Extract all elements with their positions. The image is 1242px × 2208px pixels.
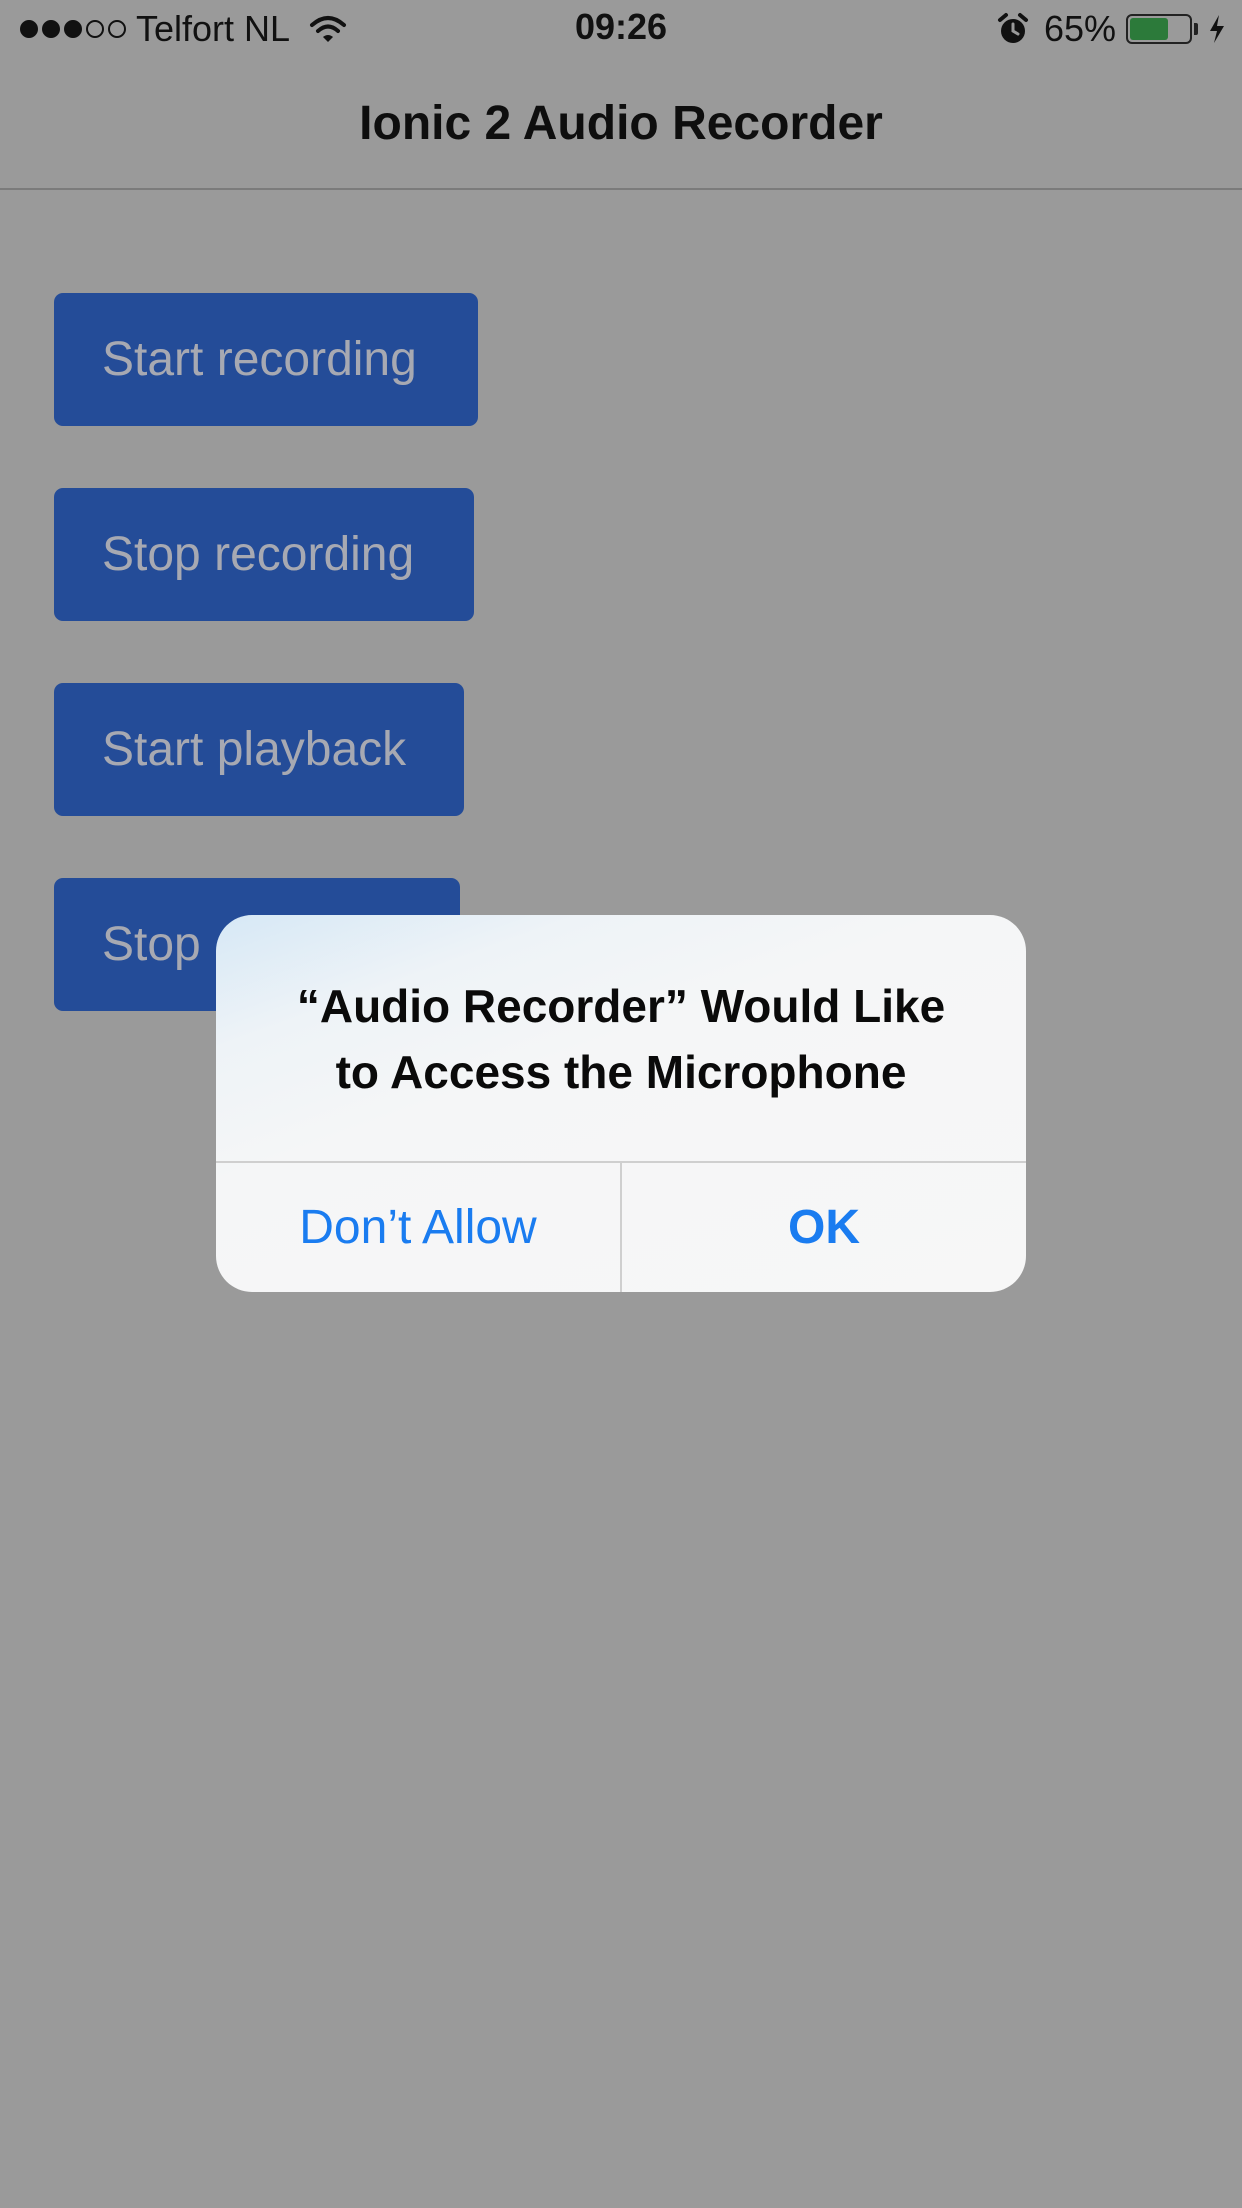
dialog-title-line-2: to Access the Microphone — [335, 1046, 907, 1098]
dont-allow-button[interactable]: Don’t Allow — [216, 1163, 620, 1292]
app-screen: Telfort NL 09:26 65% Ionic 2 Audio Recor… — [0, 0, 1242, 2208]
battery-icon — [1126, 14, 1192, 44]
microphone-permission-dialog: “Audio Recorder” Would Like to Access th… — [216, 915, 1026, 1292]
ok-button[interactable]: OK — [622, 1163, 1026, 1292]
charging-bolt-icon — [1210, 15, 1224, 43]
nav-header: Ionic 2 Audio Recorder — [0, 60, 1242, 190]
status-right: 65% — [996, 8, 1226, 50]
stop-recording-button[interactable]: Stop recording — [54, 488, 474, 621]
battery-percent: 65% — [1043, 8, 1116, 49]
alarm-icon — [997, 13, 1028, 43]
dialog-title: “Audio Recorder” Would Like to Access th… — [246, 973, 996, 1105]
dialog-title-line-1: “Audio Recorder” Would Like — [296, 980, 946, 1032]
battery-fill — [1130, 18, 1168, 40]
start-playback-button[interactable]: Start playback — [54, 683, 464, 816]
battery-cap — [1194, 23, 1198, 35]
status-bar: Telfort NL 09:26 65% — [0, 0, 1242, 60]
start-recording-button[interactable]: Start recording — [54, 293, 478, 426]
page-title: Ionic 2 Audio Recorder — [359, 97, 883, 150]
